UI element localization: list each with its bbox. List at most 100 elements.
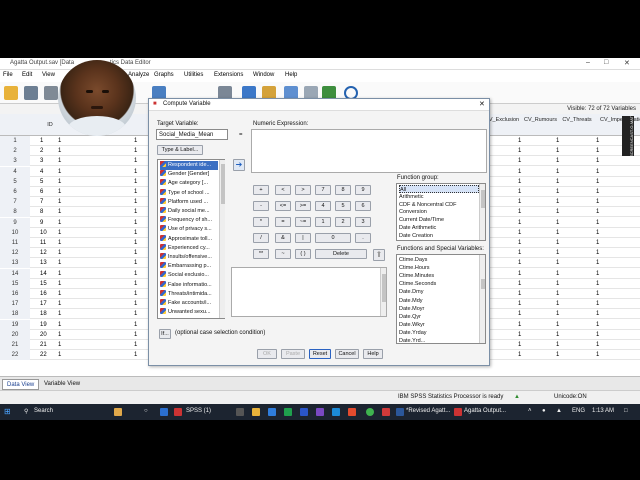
menu-file[interactable]: File xyxy=(3,72,13,78)
taskbar-revised-doc[interactable]: *Revised Agatt... xyxy=(406,408,450,414)
minimize-icon[interactable]: – xyxy=(586,59,590,66)
cell-value[interactable]: 1 xyxy=(134,197,137,207)
cell-cv-rumours[interactable]: 1 xyxy=(556,228,559,238)
cell-value[interactable]: 1 xyxy=(58,238,61,248)
cell-cv-exclusion[interactable]: 1 xyxy=(518,177,521,187)
cell-cv-threats[interactable]: 1 xyxy=(596,279,599,289)
cell-cv-exclusion[interactable]: 1 xyxy=(518,197,521,207)
cell-value[interactable]: 1 xyxy=(134,269,137,279)
menu-edit[interactable]: Edit xyxy=(22,72,32,78)
taskbar-app-icon[interactable] xyxy=(160,408,168,416)
cell-cv-threats[interactable]: 1 xyxy=(596,187,599,197)
taskbar-app-icon[interactable] xyxy=(348,408,356,416)
cell-value[interactable]: 1 xyxy=(134,299,137,309)
variable-list-item[interactable]: Respondent ide... xyxy=(160,161,218,170)
insert-function-arrow-icon[interactable]: ⬆ xyxy=(373,249,385,261)
cell-value[interactable]: 1 xyxy=(134,228,137,238)
cell-cv-exclusion[interactable]: 1 xyxy=(518,299,521,309)
print-icon[interactable] xyxy=(44,86,58,100)
function-group-item[interactable]: All xyxy=(399,185,479,193)
taskbar-search-icon[interactable]: ⚲ xyxy=(24,408,28,415)
taskbar-search-label[interactable]: Search xyxy=(34,408,53,414)
cell-value[interactable]: 1 xyxy=(58,320,61,330)
variable-list-item[interactable]: Age category [... xyxy=(160,179,218,188)
cell-cv-rumours[interactable]: 1 xyxy=(556,197,559,207)
cell-value[interactable]: 1 xyxy=(134,309,137,319)
keypad-button[interactable]: 3 xyxy=(355,217,371,227)
taskbar-app-icon[interactable] xyxy=(316,408,324,416)
cell-cv-exclusion[interactable]: 1 xyxy=(518,320,521,330)
spss-taskbar-icon[interactable] xyxy=(174,408,182,416)
menu-graphs[interactable]: Graphs xyxy=(154,72,174,78)
cell-cv-rumours[interactable]: 1 xyxy=(556,279,559,289)
windows-start-icon[interactable]: ⊞ xyxy=(4,407,11,416)
cell-value[interactable]: 1 xyxy=(58,218,61,228)
cell-cv-exclusion[interactable]: 1 xyxy=(518,248,521,258)
function-group-item[interactable]: Current Date/Time xyxy=(399,216,479,224)
cell-cv-exclusion[interactable]: 1 xyxy=(518,289,521,299)
variable-list-scroll-thumb[interactable] xyxy=(221,164,225,204)
cell-value[interactable]: 1 xyxy=(58,299,61,309)
cell-cv-exclusion[interactable]: 1 xyxy=(518,238,521,248)
keypad-button[interactable]: . xyxy=(355,233,371,243)
cell-value[interactable]: 1 xyxy=(58,177,61,187)
variable-list-item[interactable]: Platform used ... xyxy=(160,197,218,207)
taskbar-lang[interactable]: ENG xyxy=(572,408,585,414)
spss-taskbar-icon[interactable] xyxy=(454,408,462,416)
move-to-target-arrow-icon[interactable]: ➔ xyxy=(233,159,245,171)
cell-cv-exclusion[interactable]: 1 xyxy=(518,269,521,279)
cell-id[interactable]: 7 xyxy=(40,197,43,207)
function-item[interactable]: Ctime.Seconds xyxy=(399,280,479,288)
cell-value[interactable]: 1 xyxy=(134,320,137,330)
cell-value[interactable]: 1 xyxy=(134,187,137,197)
function-item[interactable]: Ctime.Minutes xyxy=(399,272,479,280)
cell-cv-rumours[interactable]: 1 xyxy=(556,299,559,309)
taskbar-agatta-output[interactable]: Agatta Output... xyxy=(464,408,506,414)
cell-value[interactable]: 1 xyxy=(58,146,61,156)
keypad-button[interactable]: / xyxy=(253,233,269,243)
cell-id[interactable]: 9 xyxy=(40,218,43,228)
cell-value[interactable]: 1 xyxy=(134,330,137,340)
cell-value[interactable]: 1 xyxy=(134,167,137,177)
variable-list[interactable]: Respondent ide... Gender [Gender] Age cate… xyxy=(157,159,225,319)
cell-value[interactable]: 1 xyxy=(58,258,61,268)
cell-id[interactable]: 17 xyxy=(40,299,47,309)
keypad-button[interactable]: 7 xyxy=(315,185,331,195)
function-item[interactable]: Ctime.Hours xyxy=(399,264,479,272)
cell-value[interactable]: 1 xyxy=(134,136,137,146)
notification-icon[interactable]: □ xyxy=(624,408,628,414)
cell-value[interactable]: 1 xyxy=(58,289,61,299)
keypad-button[interactable]: + xyxy=(253,185,269,195)
cell-cv-rumours[interactable]: 1 xyxy=(556,350,559,360)
function-group-scroll-thumb[interactable] xyxy=(481,190,485,208)
cell-cv-rumours[interactable]: 1 xyxy=(556,258,559,268)
cell-id[interactable]: 19 xyxy=(40,320,47,330)
cell-cv-threats[interactable]: 1 xyxy=(596,248,599,258)
cell-value[interactable]: 1 xyxy=(134,146,137,156)
cell-cv-exclusion[interactable]: 1 xyxy=(518,207,521,217)
taskbar-time[interactable]: 1:13 AM xyxy=(592,408,614,414)
keypad-button[interactable]: 0 xyxy=(315,233,351,243)
functions-scrollbar[interactable] xyxy=(479,255,485,343)
cell-cv-rumours[interactable]: 1 xyxy=(556,156,559,166)
keypad-button[interactable]: ~= xyxy=(295,217,311,227)
help-button[interactable]: Help xyxy=(363,349,383,359)
keypad-button[interactable]: 8 xyxy=(335,185,351,195)
taskbar-app-icon[interactable] xyxy=(300,408,308,416)
variable-list-item[interactable]: Embarrassing p... xyxy=(160,262,218,271)
variable-list-item[interactable]: Type of school ... xyxy=(160,188,218,198)
cell-id[interactable]: 11 xyxy=(40,238,46,248)
function-item[interactable]: Ctime.Days xyxy=(399,256,479,264)
cell-value[interactable]: 1 xyxy=(58,228,61,238)
cell-value[interactable]: 1 xyxy=(134,156,137,166)
word-icon[interactable] xyxy=(396,408,404,416)
cell-value[interactable]: 1 xyxy=(58,187,61,197)
keypad-button[interactable]: ~ xyxy=(275,249,291,259)
variable-list-item[interactable]: Daily social me... xyxy=(160,207,218,216)
cell-cv-threats[interactable]: 1 xyxy=(596,269,599,279)
cell-value[interactable]: 1 xyxy=(134,289,137,299)
cell-cv-rumours[interactable]: 1 xyxy=(556,269,559,279)
keypad-button[interactable]: * xyxy=(253,217,269,227)
cell-value[interactable]: 1 xyxy=(134,279,137,289)
taskbar-app-icon[interactable] xyxy=(382,408,390,416)
